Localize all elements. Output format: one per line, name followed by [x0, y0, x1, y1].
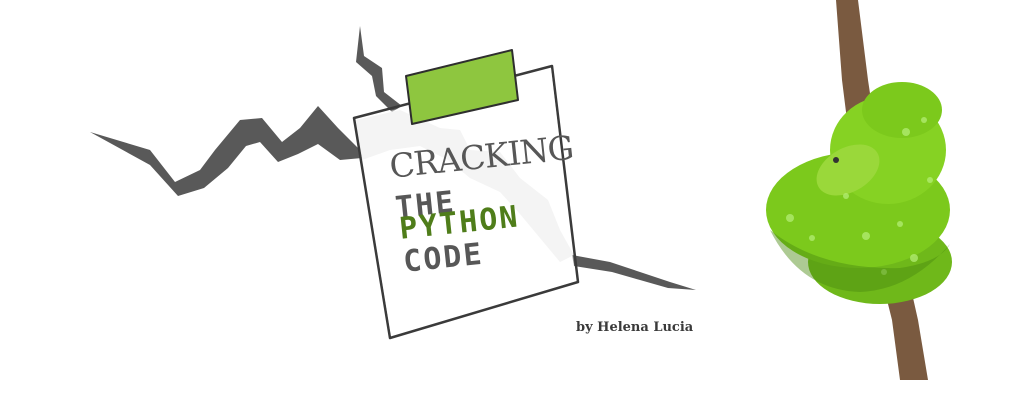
- snake-coil-top: [862, 82, 942, 138]
- hero-banner: CRACKING THE PYTHON CODE by Helena Lucia: [0, 0, 1024, 400]
- green-python-snake-icon: [766, 0, 952, 380]
- snake-eye: [833, 157, 839, 163]
